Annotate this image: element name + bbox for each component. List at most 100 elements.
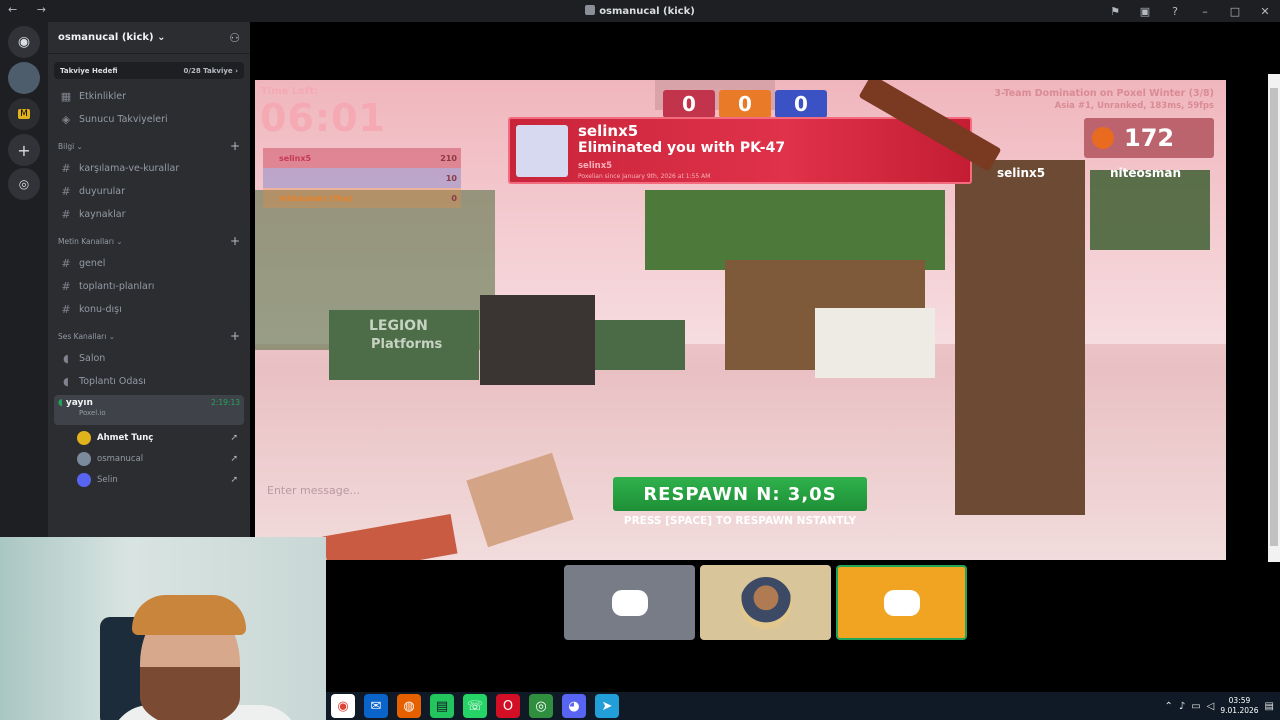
category-info[interactable]: Bilgi ⌄ + bbox=[48, 135, 250, 157]
category-label: Metin Kanalları bbox=[58, 236, 114, 246]
events-label: Etkinlikler bbox=[79, 91, 127, 102]
notifications-icon[interactable]: ▤ bbox=[1265, 701, 1274, 712]
telegram-icon[interactable]: ➤ bbox=[595, 694, 619, 718]
player-name: selinx5 bbox=[279, 153, 312, 163]
window-title-text: osmanucal (kick) bbox=[599, 6, 695, 17]
window-title: osmanucal (kick) bbox=[0, 5, 1280, 17]
network-icon[interactable]: ▭ bbox=[1191, 701, 1200, 712]
help-icon[interactable]: ? bbox=[1160, 5, 1190, 18]
server-name: osmanucal (kick) bbox=[58, 32, 154, 43]
billboard: LEGION Platforms bbox=[329, 310, 479, 380]
close-icon[interactable]: ✕ bbox=[1250, 5, 1280, 18]
chrome-icon[interactable]: ◉ bbox=[331, 694, 355, 718]
channel-label: toplantı-planları bbox=[79, 281, 155, 292]
channel-item[interactable]: # konu-dışı bbox=[48, 298, 250, 321]
channel-item[interactable]: # toplantı-planları bbox=[48, 275, 250, 298]
discord-home-icon[interactable]: ◉ bbox=[8, 26, 40, 58]
taskbar: ◉ ✉ ◍ ▤ ☏ O ◎ ◕ ➤ ⌃ ♪ ▭ ◁ 03:59 9.01.202… bbox=[326, 692, 1280, 720]
nametag: selinx5 bbox=[997, 166, 1046, 180]
opera-icon[interactable]: O bbox=[496, 694, 520, 718]
boost-gem-icon: ◈ bbox=[61, 113, 71, 126]
scrollbar[interactable] bbox=[1268, 74, 1280, 562]
tree-trunk bbox=[955, 160, 1085, 515]
inbox-flag-icon[interactable]: ⚑ bbox=[1100, 5, 1130, 18]
category-label: Ses Kanalları bbox=[58, 331, 107, 341]
category-voice[interactable]: Ses Kanalları ⌄ + bbox=[48, 325, 250, 347]
speaker-icon: ◖ bbox=[63, 375, 69, 388]
firefox-icon[interactable]: ◍ bbox=[397, 694, 421, 718]
voice-member[interactable]: Ahmet Tunç ➚ bbox=[48, 427, 250, 448]
add-channel-icon[interactable]: + bbox=[230, 139, 240, 153]
whatsapp-icon[interactable]: ☏ bbox=[463, 694, 487, 718]
active-voice-channel[interactable]: ◖ yayın 2:19:13 Poxel.io bbox=[54, 395, 244, 425]
participant-tile[interactable] bbox=[700, 565, 831, 640]
channel-item[interactable]: # karşılama-ve-kurallar bbox=[48, 157, 250, 180]
respawn-button[interactable]: RESPAWN N: 3,0S bbox=[613, 477, 867, 511]
chat-message-input[interactable]: Enter message... bbox=[267, 484, 360, 497]
voice-member[interactable]: osmanucal ➚ bbox=[48, 448, 250, 469]
discover-compass-icon[interactable]: ◎ bbox=[8, 168, 40, 200]
server-boosts-item[interactable]: ◈ Sunucu Takviyeleri bbox=[48, 108, 250, 131]
game-stream[interactable]: LEGION Platforms Time Left: 06:01 selinx… bbox=[255, 80, 1226, 560]
chevron-down-icon: ⌄ bbox=[157, 32, 166, 43]
participant-tile-speaking[interactable] bbox=[836, 565, 967, 640]
calendar-icon: ▦ bbox=[60, 90, 72, 103]
team-score-blue: 0 bbox=[775, 90, 827, 118]
events-item[interactable]: ▦ Etkinlikler bbox=[48, 85, 250, 108]
microphone-icon[interactable]: ♪ bbox=[1179, 701, 1185, 712]
channel-label: duyurular bbox=[79, 186, 125, 197]
discord-logo-icon bbox=[883, 589, 920, 616]
tree-foliage bbox=[645, 190, 945, 270]
app-icon[interactable]: ▤ bbox=[430, 694, 454, 718]
rocket-icon: ➚ bbox=[230, 453, 238, 464]
clock-date: 9.01.2026 bbox=[1220, 706, 1259, 715]
discord-icon[interactable]: ◕ bbox=[562, 694, 586, 718]
voice-member[interactable]: Selin ➚ bbox=[48, 469, 250, 490]
rocket-icon: ➚ bbox=[230, 474, 238, 485]
inbox-icon[interactable]: ▣ bbox=[1130, 5, 1160, 18]
server-header[interactable]: osmanucal (kick) ⌄ ⚇ bbox=[48, 22, 250, 54]
chevron-up-icon[interactable]: ⌃ bbox=[1164, 701, 1172, 712]
channel-item[interactable]: # genel bbox=[48, 252, 250, 275]
dark-crate bbox=[480, 295, 595, 385]
channel-label: kaynaklar bbox=[79, 209, 126, 220]
outlook-icon[interactable]: ✉ bbox=[364, 694, 388, 718]
clock-time: 03:59 bbox=[1228, 696, 1251, 705]
hashtag-icon: # bbox=[61, 303, 71, 316]
system-tray: ⌃ ♪ ▭ ◁ 03:59 9.01.2026 ▤ bbox=[1164, 692, 1274, 720]
snow-block bbox=[815, 308, 935, 378]
minimize-icon[interactable]: – bbox=[1190, 5, 1220, 18]
chrome-profile-icon[interactable]: ◎ bbox=[529, 694, 553, 718]
server-icon bbox=[585, 5, 596, 15]
volume-icon[interactable]: ◁ bbox=[1207, 701, 1215, 712]
add-server-icon[interactable]: + bbox=[8, 134, 40, 166]
server-avatar-icon[interactable] bbox=[8, 62, 40, 94]
add-channel-icon[interactable]: + bbox=[230, 234, 240, 248]
boost-goal-bar[interactable]: Takviye Hedefi 0/28 Takviye › bbox=[54, 62, 244, 79]
streamer-cap bbox=[132, 595, 246, 635]
invite-people-icon[interactable]: ⚇ bbox=[229, 31, 240, 45]
kill-message: Eliminated you with PK-47 bbox=[578, 140, 786, 156]
container bbox=[595, 320, 685, 370]
participant-tile[interactable] bbox=[564, 565, 695, 640]
server-folder-icon[interactable]: M bbox=[8, 98, 40, 130]
voice-channel-item[interactable]: ◖ Toplantı Odası bbox=[48, 370, 250, 393]
voice-channel-name: yayın bbox=[65, 398, 93, 408]
channel-item[interactable]: # kaynaklar bbox=[48, 203, 250, 226]
scrollbar-thumb[interactable] bbox=[1270, 88, 1278, 546]
killer-subname: selinx5 bbox=[578, 161, 613, 171]
add-channel-icon[interactable]: + bbox=[230, 329, 240, 343]
channel-label: genel bbox=[79, 258, 106, 269]
maximize-icon[interactable]: □ bbox=[1220, 5, 1250, 18]
killer-name: selinx5 bbox=[578, 122, 639, 140]
clock[interactable]: 03:59 9.01.2026 bbox=[1220, 696, 1258, 716]
category-text[interactable]: Metin Kanalları ⌄ + bbox=[48, 230, 250, 252]
hashtag-icon: # bbox=[61, 185, 71, 198]
voice-activity: Poxel.io bbox=[79, 409, 106, 417]
kill-notification: selinx5 Eliminated you with PK-47 selinx… bbox=[508, 117, 972, 184]
hashtag-icon: # bbox=[61, 257, 71, 270]
title-bar: ← → osmanucal (kick) ⚑ ▣ ? – □ ✕ bbox=[0, 0, 1280, 22]
channel-item[interactable]: # duyurular bbox=[48, 180, 250, 203]
player-score: 0 bbox=[451, 193, 457, 203]
voice-channel-item[interactable]: ◖ Salon bbox=[48, 347, 250, 370]
